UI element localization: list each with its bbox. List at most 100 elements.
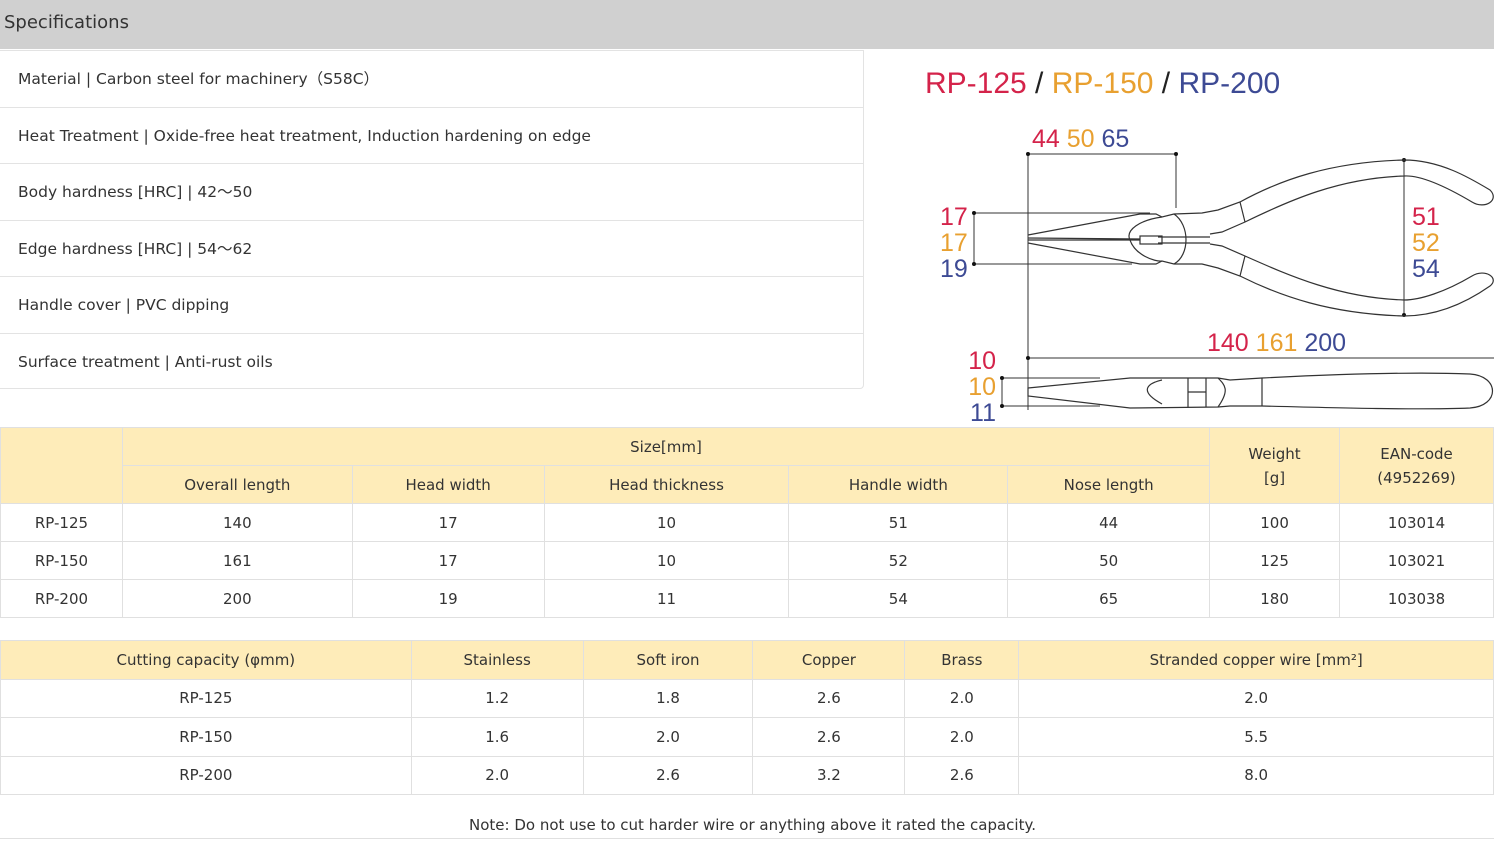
- table-row: RP-150 161 17 10 52 50 125 103021: [0, 541, 1494, 580]
- handle-width-label: 51 52 54: [1412, 204, 1440, 282]
- size-group-header: Size[mm]: [121, 427, 1211, 466]
- note-text: Note: Do not use to cut harder wire or a…: [469, 816, 1036, 834]
- ean-header: EAN-code (4952269): [1339, 427, 1494, 504]
- model-title: RP-125 / RP-150 / RP-200: [925, 68, 1280, 100]
- col-handle-width: Handle width: [788, 465, 1009, 504]
- table-cell: 52: [788, 541, 1009, 580]
- table-cell: 2.6: [752, 717, 906, 757]
- table-cell: RP-200: [0, 755, 412, 795]
- title-sep: /: [1153, 67, 1179, 100]
- table-cell: 5.5: [1018, 717, 1494, 757]
- table-cell: 103014: [1339, 503, 1494, 542]
- spec-list: Material | Carbon steel for machinery（S5…: [0, 50, 864, 389]
- table-cell: 10: [543, 541, 790, 580]
- column-header: Stainless: [410, 640, 584, 680]
- column-header: Brass: [904, 640, 1020, 680]
- weight-header-line: Weight: [1248, 444, 1301, 463]
- col-head-thickness: Head thickness: [543, 465, 790, 504]
- table-cell: 1.6: [410, 717, 584, 757]
- col-head-width: Head width: [351, 465, 545, 504]
- dim-value: 10: [968, 347, 996, 375]
- table-row: RP-125 1.2 1.8 2.6 2.0 2.0: [0, 678, 1494, 718]
- spec-handle-cover: Handle cover | PVC dipping: [0, 277, 863, 334]
- weight-header: Weight [g]: [1209, 427, 1341, 504]
- table-cell: 2.0: [904, 717, 1020, 757]
- table-cell: 2.0: [582, 717, 754, 757]
- spec-edge-hardness: Edge hardness [HRC] | 54～62: [0, 221, 863, 277]
- weight-header-unit: [g]: [1263, 468, 1286, 487]
- dim-value: 161: [1255, 329, 1298, 357]
- dim-value: 65: [1101, 125, 1130, 153]
- table-cell: 8.0: [1018, 755, 1494, 795]
- table-cell: 3.2: [752, 755, 906, 795]
- table-cell: 180: [1209, 579, 1341, 618]
- table-cell: RP-150: [0, 717, 412, 757]
- title-rp200: RP-200: [1178, 67, 1281, 100]
- table-cell: 2.6: [904, 755, 1020, 795]
- table-cell: 200: [121, 579, 353, 618]
- table-cell: 50: [1007, 541, 1211, 580]
- table-cell: 2.0: [904, 678, 1020, 718]
- table-cell: 2.6: [582, 755, 754, 795]
- table-row: RP-200 2.0 2.6 3.2 2.6 8.0: [0, 755, 1494, 795]
- section-title: Specifications: [4, 12, 129, 33]
- col-overall-length: Overall length: [121, 465, 353, 504]
- table-cell: 65: [1007, 579, 1211, 618]
- table-row: RP-125 140 17 10 51 44 100 103014: [0, 503, 1494, 542]
- col-nose-length: Nose length: [1007, 465, 1211, 504]
- table-cell: RP-150: [0, 541, 123, 580]
- dim-value: 54: [1412, 255, 1440, 283]
- table-cell: 11: [543, 579, 790, 618]
- dimension-dots: [972, 152, 1406, 408]
- table-cell: 161: [121, 541, 353, 580]
- dim-value: 19: [940, 255, 968, 283]
- dim-value: 10: [968, 373, 996, 401]
- table-cell: RP-125: [0, 503, 123, 542]
- table-cell: 125: [1209, 541, 1341, 580]
- dim-value: 200: [1304, 329, 1347, 357]
- table-cell: 17: [351, 503, 545, 542]
- column-header: Soft iron: [582, 640, 754, 680]
- table-cell: 2.0: [410, 755, 584, 795]
- title-sep: /: [1026, 67, 1052, 100]
- table-cell: 44: [1007, 503, 1211, 542]
- spec-heat-treatment: Heat Treatment | Oxide-free heat treatme…: [0, 108, 863, 164]
- table-cell: 10: [543, 503, 790, 542]
- dim-value: 52: [1412, 229, 1440, 257]
- dim-value: 51: [1412, 203, 1440, 231]
- size-table: Size[mm] Weight [g] EAN-code (4952269) Ove…: [0, 427, 1494, 618]
- section-header: Specifications: [0, 0, 1494, 49]
- cutting-capacity-table: Cutting capacity (φmm) Stainless Soft iron…: [0, 640, 1494, 795]
- table-cell: 2.6: [752, 678, 906, 718]
- pliers-side-view: [1027, 372, 1494, 410]
- table-cell: 103021: [1339, 541, 1494, 580]
- nose-length-label: 44 50 65: [1032, 126, 1129, 152]
- table-cell: 54: [788, 579, 1009, 618]
- title-rp125: RP-125: [925, 67, 1027, 100]
- table-cell: RP-125: [0, 678, 412, 718]
- ean-header-line: EAN-code: [1380, 444, 1453, 463]
- dim-value: 44: [1032, 125, 1060, 153]
- thickness-label: 10 10 11: [968, 348, 996, 426]
- title-rp150: RP-150: [1051, 67, 1154, 100]
- column-header: Cutting capacity (φmm): [0, 640, 412, 680]
- ean-header-prefix: (4952269): [1377, 468, 1456, 487]
- dim-value: 17: [940, 229, 968, 257]
- table-cell: 51: [788, 503, 1009, 542]
- table-row: RP-150 1.6 2.0 2.6 2.0 5.5: [0, 717, 1494, 757]
- table-cell: 2.0: [1018, 678, 1494, 718]
- column-header: Stranded copper wire [mm²]: [1018, 640, 1494, 680]
- head-width-label: 17 17 19: [940, 204, 968, 283]
- dim-value: 50: [1066, 125, 1095, 153]
- table-cell: 140: [121, 503, 353, 542]
- table-cell: RP-200: [0, 579, 123, 618]
- table-cell: 1.8: [582, 678, 754, 718]
- table-cell: 17: [351, 541, 545, 580]
- table-cell: 100: [1209, 503, 1341, 542]
- divider: [0, 838, 1494, 839]
- table-cell: 1.2: [410, 678, 584, 718]
- spec-surface-treatment: Surface treatment | Anti-rust oils: [18, 352, 273, 371]
- spec-material: Material | Carbon steel for machinery（S5…: [0, 51, 863, 108]
- model-header: [0, 427, 123, 504]
- table-row: RP-200 200 19 11 54 65 180 103038: [0, 579, 1494, 618]
